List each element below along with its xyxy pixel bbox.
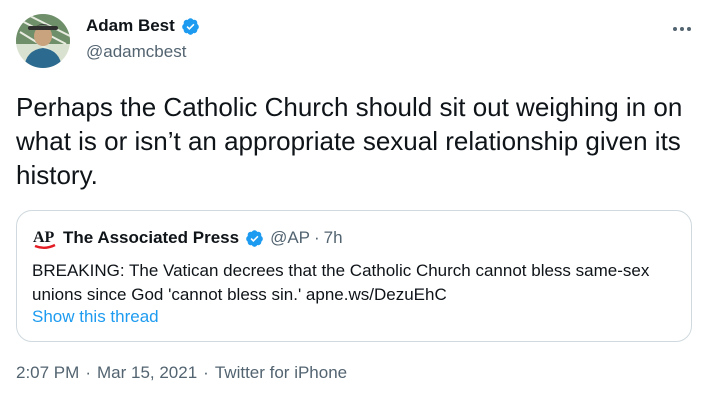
- quoted-tweet-text: BREAKING: The Vatican decrees that the C…: [32, 261, 650, 304]
- tweet-time[interactable]: 2:07 PM: [16, 363, 79, 382]
- tweet-text: Perhaps the Catholic Church should sit o…: [16, 92, 683, 190]
- author-display-name[interactable]: Adam Best: [86, 15, 175, 37]
- show-thread-link[interactable]: Show this thread: [32, 305, 159, 329]
- quoted-tweet-card[interactable]: AP The Associated Press @AP · 7h BREAKIN…: [16, 210, 692, 342]
- footer-separator: ·: [85, 363, 91, 382]
- quoted-timestamp[interactable]: 7h: [324, 228, 343, 248]
- tweet-date[interactable]: Mar 15, 2021: [97, 363, 197, 382]
- quoted-handle: @AP: [270, 228, 310, 247]
- avatar[interactable]: [16, 14, 70, 68]
- verified-badge-icon: [245, 229, 264, 248]
- verified-badge-icon: [181, 17, 200, 36]
- svg-text:AP: AP: [33, 229, 55, 246]
- ap-logo-icon: AP: [33, 227, 57, 249]
- quoted-display-name: The Associated Press: [63, 228, 240, 247]
- more-horizontal-icon[interactable]: [669, 16, 695, 42]
- tweet-source[interactable]: Twitter for iPhone: [215, 363, 347, 382]
- footer-separator: ·: [203, 363, 209, 382]
- tweet-footer: 2:07 PM · Mar 15, 2021 · Twitter for iPhone: [16, 361, 347, 385]
- quoted-dot-separator: ·: [314, 228, 320, 247]
- author-handle[interactable]: @adamcbest: [86, 41, 186, 63]
